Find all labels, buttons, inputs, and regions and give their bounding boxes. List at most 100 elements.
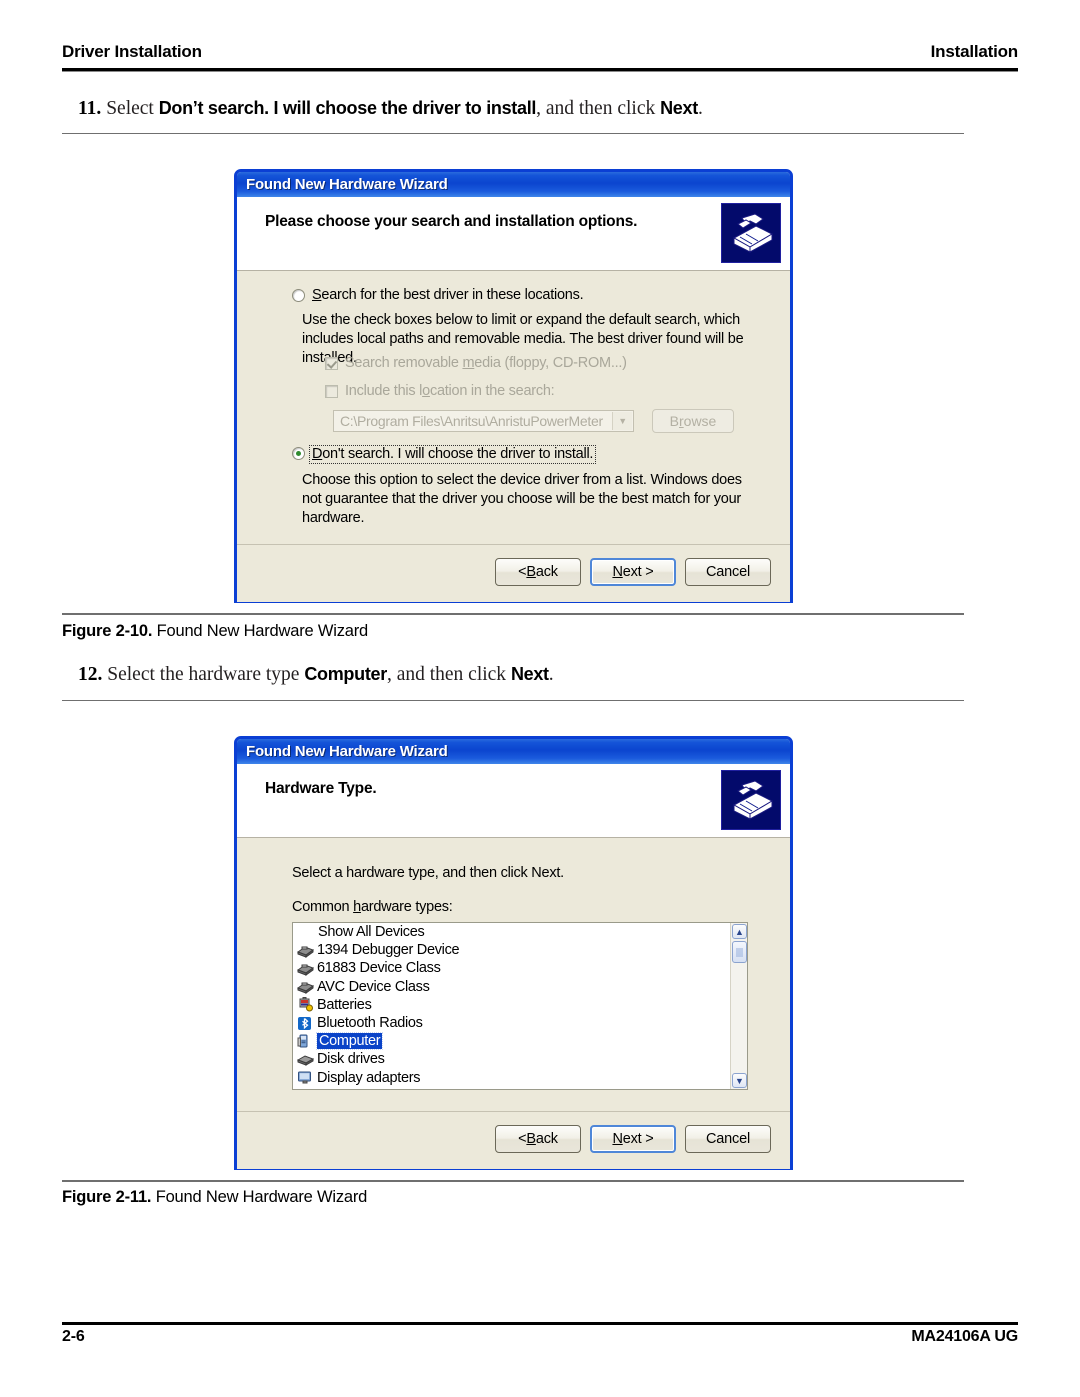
chevron-down-icon[interactable]: ▼ [612,412,632,430]
radio-search-best-driver[interactable]: Search for the best driver in these loca… [292,287,584,304]
step-11-divider [62,133,964,134]
location-path-combobox[interactable]: C:\Program Files\Anritsu\AnristuPowerMet… [333,410,634,432]
device-icon [296,943,315,958]
wizard-driver-icon [721,770,781,830]
list-item-computer[interactable]: Computer [293,1032,747,1051]
step-11-ui-2: Next [660,98,698,118]
step-12-number: 12. [78,664,103,685]
list-item[interactable]: 1394 Debugger Device [293,941,747,959]
checkbox-include-location-indicator[interactable] [325,385,338,398]
step-11-ui-1: Don’t search. I will choose the driver t… [158,98,537,118]
step-11-number: 11. [78,98,102,119]
next-accesskey: N [612,1131,623,1147]
page-footer: 2-6 MA24106A UG [62,1328,1018,1346]
next-accesskey: N [612,564,623,580]
disk-icon [296,1052,315,1067]
list-item-label: Show All Devices [318,924,425,941]
list-label-post: ardware types: [360,899,453,915]
list-label-accesskey: h [353,899,361,915]
radio-search-best-driver-accesskey: S [312,287,322,303]
radio-search-best-driver-indicator[interactable] [292,289,305,302]
back-accesskey: B [526,1131,536,1147]
figure-caption-2-10: Figure 2-10. Found New Hardware Wizard [62,622,368,641]
list-item[interactable]: Disk drives [293,1050,747,1068]
list-item-label: Computer [315,1032,384,1051]
step-11-text-3: . [697,98,703,119]
back-button[interactable]: < Back [495,1125,581,1153]
list-item[interactable]: Display adapters [293,1069,747,1087]
radio-search-best-driver-text: earch for the best driver in these locat… [321,287,584,303]
next-post: ext > [622,1131,654,1147]
browse-label-post: owse [683,413,717,429]
step-11-text-1: Select [106,98,154,119]
dont-search-description: Choose this option to select the device … [302,472,742,526]
figure-2-10-title: Found New Hardware Wizard [156,622,369,640]
list-item-label: Bluetooth Radios [317,1015,423,1032]
bluetooth-icon [297,1016,314,1031]
checkbox-include-text-post: cation in the search: [429,383,555,399]
next-button[interactable]: Next > [590,558,676,586]
browse-button[interactable]: Br owse [652,409,734,433]
list-item[interactable]: Show All Devices [293,923,747,941]
listbox-scrollbar[interactable]: ▲ ▼ [730,923,747,1089]
list-item-label: Display adapters [317,1069,421,1086]
step-11: 11. Select Don’t search. I will choose t… [78,96,1008,121]
list-item[interactable]: Bluetooth Radios [293,1014,747,1032]
document-id: MA24106A UG [911,1328,1018,1345]
dialog1-header: Please choose your search and installati… [237,197,790,271]
figure-2-11-label: Figure 2-11. [62,1188,152,1206]
dialog1-button-row: < Back Next > Cancel [495,558,771,586]
scrollbar-thumb[interactable] [732,941,747,963]
checkbox-search-removable-media-indicator[interactable] [325,357,338,370]
next-button[interactable]: Next > [590,1125,676,1153]
step-12-ui-1: Computer [304,664,387,684]
back-post: ack [535,564,558,580]
step-11-text-2: , and then click [536,98,656,119]
dialog2-titlebar: Found New Hardware Wizard [237,739,790,764]
step-12-ui-2: Next [510,664,549,684]
header-divider [62,68,1018,72]
cancel-button[interactable]: Cancel [685,558,771,586]
found-new-hardware-wizard-dialog-1: Found New Hardware Wizard Please choose … [234,169,793,603]
checkbox-include-location-label: Include this location in the search: [345,383,555,400]
list-label-pre: Common [292,899,354,915]
checkbox-removable-text-post: edia (floppy, CD-ROM...) [474,355,627,371]
list-item[interactable]: AVC Device Class [293,978,747,996]
checkbox-search-removable-media[interactable]: Search removable media (floppy, CD-ROM..… [325,355,627,372]
step-12-divider [62,700,964,701]
back-pre: < [518,564,527,580]
back-button[interactable]: < Back [495,558,581,586]
list-item-label: Batteries [317,996,372,1013]
radio-dont-search-indicator[interactable] [292,447,305,460]
list-item[interactable]: 61883 Device Class [293,959,747,977]
hardware-types-listbox[interactable]: Show All Devices 1394 Debugger Device 61… [292,922,748,1090]
list-item[interactable]: Batteries [293,996,747,1014]
checkbox-include-location[interactable]: Include this location in the search: [325,383,555,400]
page-number: 2-6 [62,1328,85,1345]
dialog1-title: Found New Hardware Wizard [246,176,448,193]
step-12-text-1: Select the hardware type [107,664,300,685]
scroll-up-icon[interactable]: ▲ [732,924,747,939]
dialog2-header: Hardware Type. [237,764,790,838]
checkbox-removable-accesskey: m [462,355,475,371]
hardware-type-instruction: Select a hardware type, and then click N… [292,865,564,881]
checkbox-search-removable-media-label: Search removable media (floppy, CD-ROM..… [345,355,627,372]
dialog1-header-title: Please choose your search and installati… [265,213,638,230]
cancel-label: Cancel [706,1131,750,1147]
radio-dont-search[interactable]: Don't search. I will choose the driver t… [292,445,597,464]
radio-search-best-driver-label: Search for the best driver in these loca… [312,287,584,304]
dialog1-footer: < Back Next > Cancel [237,544,790,602]
running-header-left: Driver Installation [62,42,202,61]
next-post: ext > [622,564,654,580]
back-post: ack [535,1131,558,1147]
step-12-text-3: . [548,664,554,685]
battery-icon [297,997,314,1012]
dialog2-footer: < Back Next > Cancel [237,1111,790,1169]
step-12-text-2: , and then click [386,664,507,685]
cancel-button[interactable]: Cancel [685,1125,771,1153]
dialog2-title: Found New Hardware Wizard [246,743,448,760]
scroll-down-icon[interactable]: ▼ [732,1073,747,1088]
figure-2-11-title: Found New Hardware Wizard [155,1188,368,1206]
display-icon [297,1070,314,1085]
caption-2-10-divider [62,613,964,615]
